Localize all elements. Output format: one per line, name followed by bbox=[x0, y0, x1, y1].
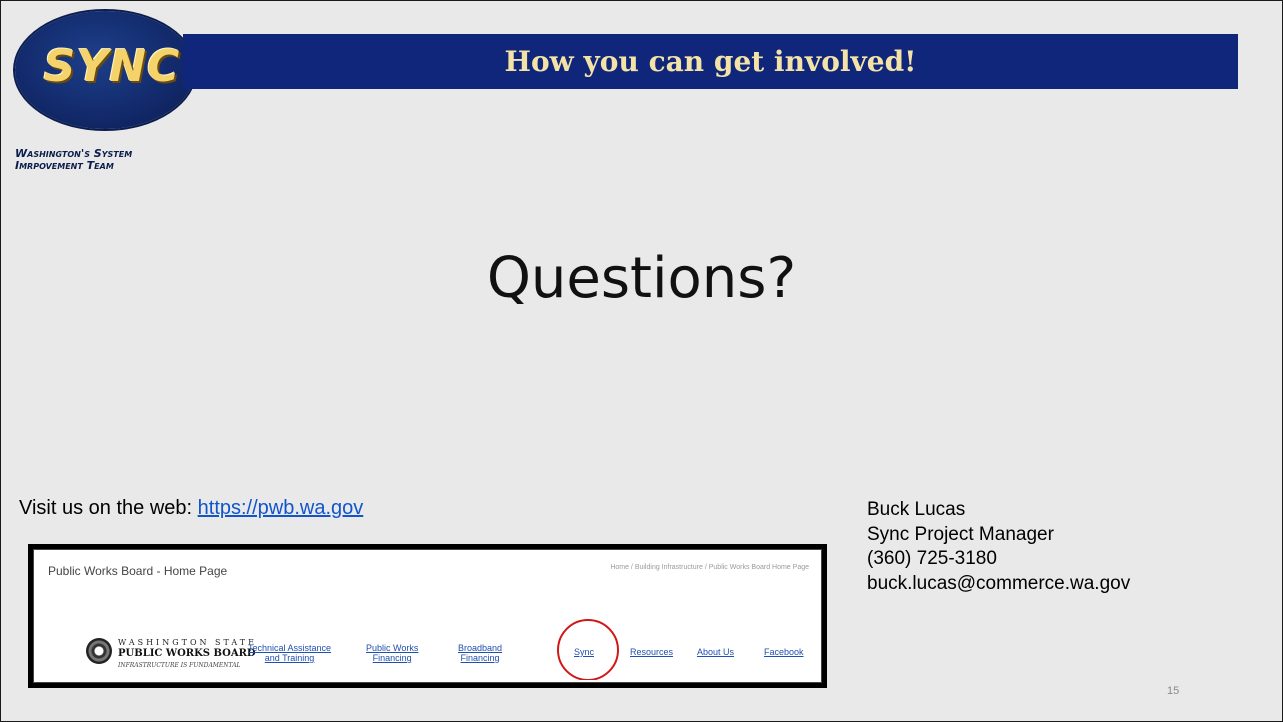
contact-email: buck.lucas@commerce.wa.gov bbox=[867, 572, 1131, 594]
nav-facebook: Facebook bbox=[764, 647, 804, 657]
web-visit-line: Visit us on the web: https://pwb.wa.gov bbox=[19, 497, 363, 520]
pwb-logo-line3: INFRASTRUCTURE IS FUNDAMENTAL bbox=[118, 662, 241, 669]
slide-number: 15 bbox=[1167, 685, 1180, 697]
contact-phone: (360) 725-3180 bbox=[867, 548, 997, 569]
nav-technical-assistance: Technical Assistance and Training bbox=[248, 643, 332, 663]
title-bar: How you can get involved! bbox=[183, 34, 1238, 89]
website-breadcrumb: Home / Building Infrastructure / Public … bbox=[610, 564, 809, 571]
website-page-title: Public Works Board - Home Page bbox=[48, 564, 228, 578]
pwb-logo-line1: WASHINGTON STATE bbox=[118, 638, 257, 647]
website-screenshot: Public Works Board - Home Page Home / Bu… bbox=[28, 544, 827, 688]
nav-resources: Resources bbox=[630, 647, 674, 657]
nav-about-us: About Us bbox=[697, 647, 735, 657]
slide: SYNC Washington's System Imrpovement Tea… bbox=[0, 0, 1283, 722]
sync-logo-word: SYNC bbox=[43, 41, 181, 92]
questions-heading: Questions? bbox=[486, 246, 797, 311]
contact-role: Sync Project Manager bbox=[867, 523, 1054, 545]
pwb-website-link[interactable]: https://pwb.wa.gov bbox=[198, 497, 364, 519]
contact-name: Buck Lucas bbox=[867, 499, 966, 520]
nav-public-works-financing: Public Works Financing bbox=[366, 643, 419, 663]
contact-block: Buck Lucas Sync Project Manager (360) 72… bbox=[867, 498, 1130, 596]
website-screenshot-content: Public Works Board - Home Page Home / Bu… bbox=[33, 549, 822, 683]
sync-logo-tagline: Washington's System Imrpovement Team bbox=[15, 148, 132, 172]
sync-logo-tagline-line2: Imrpovement Team bbox=[15, 159, 114, 172]
pwb-logo-line2: PUBLIC WORKS BOARD bbox=[118, 648, 256, 659]
pwb-seal-icon bbox=[86, 638, 112, 664]
slide-title: How you can get involved! bbox=[504, 45, 917, 78]
web-visit-label: Visit us on the web: bbox=[19, 497, 193, 519]
sync-highlight-circle bbox=[557, 619, 619, 680]
nav-broadband-financing: Broadband Financing bbox=[458, 643, 503, 663]
